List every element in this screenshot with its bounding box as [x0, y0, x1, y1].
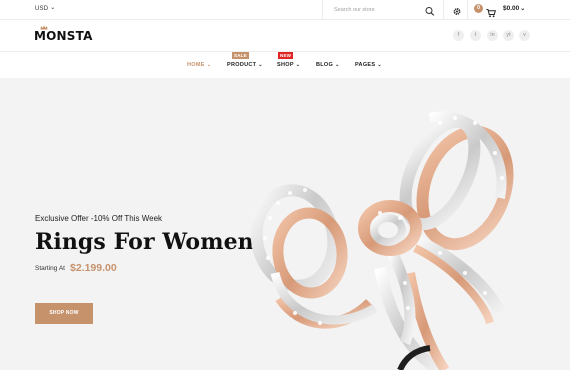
hero-offer-text: Exclusive Offer -10% Off This Week: [35, 214, 163, 223]
cart-total-value: $0.00: [503, 5, 520, 12]
nav-item-label: BLOG: [316, 62, 334, 68]
logo[interactable]: MONSTA: [34, 29, 93, 43]
divider: [467, 0, 468, 20]
hero-title: Rings For Women: [35, 229, 254, 255]
nav-item-home[interactable]: HOME ⌄: [187, 62, 211, 68]
cart-icon[interactable]: [486, 5, 496, 18]
chevron-down-icon: ⌄: [520, 6, 526, 12]
nav-item-pages[interactable]: PAGES ⌄: [355, 62, 382, 68]
header: MONSTA f t in yt v: [0, 20, 570, 52]
new-badge: NEW: [278, 52, 294, 59]
gear-icon[interactable]: [452, 4, 462, 15]
chevron-down-icon: ⌄: [50, 5, 56, 11]
chevron-down-icon: ⌄: [295, 62, 301, 68]
cart-total[interactable]: $0.00⌄: [503, 5, 525, 12]
linkedin-icon[interactable]: in: [487, 30, 498, 41]
search-input[interactable]: [330, 4, 422, 16]
nav-item-shop[interactable]: SHOP ⌄: [277, 62, 300, 68]
sale-badge: SALE: [232, 52, 249, 59]
shop-now-button[interactable]: SHOP NOW: [35, 303, 93, 324]
main-nav: HOME ⌄ SALE PRODUCT ⌄ NEW SHOP ⌄ BLOG ⌄ PAGE…: [0, 52, 570, 78]
youtube-icon[interactable]: yt: [503, 30, 514, 41]
chevron-down-icon: ⌄: [258, 62, 263, 68]
top-bar: USD⌄ 0 $0.00⌄: [0, 0, 570, 20]
ring-product-image: [250, 111, 514, 370]
currency-label: USD: [35, 6, 49, 12]
hero-banner: Exclusive Offer -10% Off This Week Rings…: [0, 78, 570, 370]
hero-price: $2.199.00: [70, 262, 117, 274]
chevron-down-icon: ⌄: [377, 62, 382, 68]
facebook-icon[interactable]: f: [453, 30, 464, 41]
nav-item-product[interactable]: PRODUCT ⌄: [227, 62, 263, 68]
nav-item-label: HOME: [187, 62, 205, 68]
search-icon[interactable]: [425, 4, 435, 16]
nav-item-label: PRODUCT: [227, 62, 257, 68]
divider: [322, 0, 323, 20]
starting-at-label: Starting At: [35, 265, 65, 272]
nav-item-label: SHOP: [277, 62, 294, 68]
divider: [443, 0, 444, 20]
nav-item-label: PAGES: [355, 62, 376, 68]
chevron-down-icon: ⌄: [335, 62, 340, 68]
cart-count-badge: 0: [474, 4, 483, 13]
chevron-down-icon: ⌄: [206, 62, 212, 68]
twitter-icon[interactable]: t: [470, 30, 481, 41]
vimeo-icon[interactable]: v: [519, 30, 530, 41]
nav-item-blog[interactable]: BLOG ⌄: [316, 62, 340, 68]
currency-selector[interactable]: USD ⌄: [35, 5, 56, 12]
